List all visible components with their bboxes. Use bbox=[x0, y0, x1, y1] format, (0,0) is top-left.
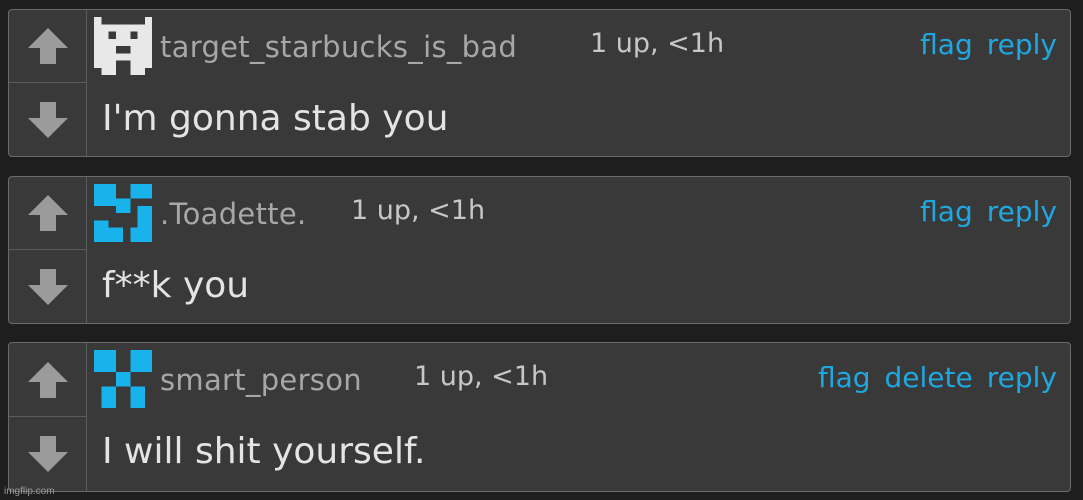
downvote-button[interactable] bbox=[9, 250, 86, 323]
arrow-up-icon bbox=[27, 361, 68, 398]
comment-body: smart_person 1 up, <1h flag delete reply… bbox=[87, 343, 1070, 491]
comment-text: I'm gonna stab you bbox=[102, 98, 449, 139]
upvote-button[interactable] bbox=[9, 177, 86, 250]
comment-body: target_starbucks_is_bad 1 up, <1h flag r… bbox=[87, 10, 1070, 156]
username[interactable]: smart_person bbox=[160, 363, 362, 397]
arrow-down-icon bbox=[27, 436, 68, 472]
username[interactable]: target_starbucks_is_bad bbox=[160, 30, 517, 64]
arrow-down-icon bbox=[27, 268, 68, 305]
comment-actions: flag reply bbox=[920, 195, 1057, 228]
cat-avatar-icon bbox=[94, 17, 152, 75]
username[interactable]: .Toadette. bbox=[160, 197, 307, 231]
pixel-avatar-icon bbox=[94, 184, 152, 242]
flag-link[interactable]: flag bbox=[818, 361, 871, 394]
comment-text: f**k you bbox=[102, 265, 250, 306]
comment: target_starbucks_is_bad 1 up, <1h flag r… bbox=[8, 9, 1071, 157]
comment: smart_person 1 up, <1h flag delete reply… bbox=[8, 342, 1071, 492]
delete-link[interactable]: delete bbox=[885, 361, 973, 394]
upvote-button[interactable] bbox=[9, 343, 86, 417]
reply-link[interactable]: reply bbox=[987, 361, 1057, 394]
comment: .Toadette. 1 up, <1h flag reply f**k you bbox=[8, 176, 1071, 324]
arrow-up-icon bbox=[27, 195, 68, 231]
pixel-avatar-icon bbox=[94, 350, 152, 408]
upvote-button[interactable] bbox=[9, 10, 86, 83]
reply-link[interactable]: reply bbox=[987, 28, 1057, 61]
vote-column bbox=[9, 177, 87, 323]
flag-link[interactable]: flag bbox=[920, 28, 973, 61]
flag-link[interactable]: flag bbox=[920, 195, 973, 228]
watermark: imgflip.com bbox=[4, 486, 55, 497]
vote-column bbox=[9, 10, 87, 156]
comment-meta: 1 up, <1h bbox=[351, 195, 486, 226]
comment-actions: flag delete reply bbox=[818, 361, 1057, 394]
comment-text: I will shit yourself. bbox=[102, 431, 426, 472]
avatar[interactable] bbox=[94, 184, 152, 242]
downvote-button[interactable] bbox=[9, 83, 86, 156]
avatar[interactable] bbox=[94, 17, 152, 75]
comment-meta: 1 up, <1h bbox=[590, 28, 725, 59]
reply-link[interactable]: reply bbox=[987, 195, 1057, 228]
vote-column bbox=[9, 343, 87, 491]
avatar[interactable] bbox=[94, 350, 152, 408]
comment-actions: flag reply bbox=[920, 28, 1057, 61]
comment-body: .Toadette. 1 up, <1h flag reply f**k you bbox=[87, 177, 1070, 323]
comment-meta: 1 up, <1h bbox=[414, 361, 549, 392]
arrow-down-icon bbox=[27, 101, 68, 138]
downvote-button[interactable] bbox=[9, 417, 86, 491]
comment-thread: target_starbucks_is_bad 1 up, <1h flag r… bbox=[0, 0, 1083, 500]
arrow-up-icon bbox=[27, 28, 68, 64]
